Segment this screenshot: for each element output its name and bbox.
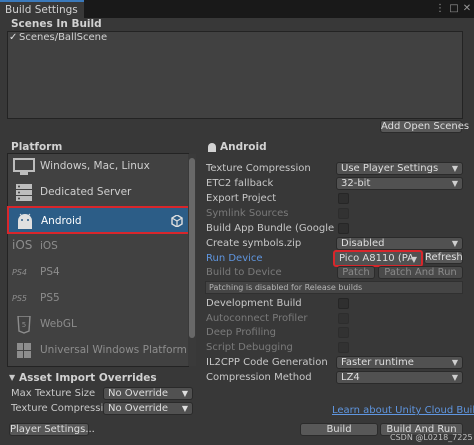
patching-info-box: Patching is disabled for Release builds [205, 281, 463, 294]
chevron-down-icon: ▼ [451, 164, 458, 173]
platform-label: PS5 [40, 292, 60, 304]
autoconnect-profiler-label: Autoconnect Profiler [206, 313, 308, 324]
platform-label: iOS [40, 240, 58, 252]
build-app-bundle-checkbox[interactable] [338, 223, 349, 234]
build-app-bundle-label: Build App Bundle (Google Play) [206, 223, 336, 234]
asset-import-overrides-header[interactable]: Asset Import Overrides [19, 372, 157, 384]
monitor-icon [13, 158, 35, 175]
scene-label: Scenes/BallScene [19, 32, 108, 43]
max-texture-size-label: Max Texture Size [11, 388, 96, 399]
chevron-down-icon: ▼ [451, 179, 458, 188]
chevron-down-icon: ▼ [181, 404, 188, 413]
ps5-icon: PS5 [12, 294, 27, 303]
chevron-down-icon: ▼ [451, 373, 458, 382]
scene-row[interactable]: ✓ Scenes/BallScene [9, 32, 309, 45]
unity-active-platform-icon [171, 215, 183, 227]
platform-item-ps4[interactable]: PS4 PS4 [8, 260, 186, 286]
platform-item-android[interactable]: Android [7, 206, 190, 234]
dropdown-value: No Override [108, 388, 169, 399]
run-device-dropdown[interactable]: Pico A8110 (PA ▼ [333, 250, 423, 267]
chevron-down-icon: ▼ [451, 239, 458, 248]
add-open-scenes-button[interactable]: Add Open Scenes [380, 120, 469, 133]
symlink-sources-checkbox[interactable] [338, 208, 349, 219]
dropdown-value: Pico A8110 (PA [339, 253, 414, 264]
patch-and-run-button[interactable]: Patch And Run [378, 266, 463, 279]
autoconnect-profiler-checkbox[interactable] [338, 313, 349, 324]
server-icon [16, 184, 32, 201]
symlink-sources-label: Symlink Sources [206, 208, 289, 219]
player-settings-button[interactable]: Player Settings... [9, 423, 95, 436]
create-symbols-dropdown[interactable]: Disabled ▼ [336, 237, 463, 250]
asset-texture-compression-label: Texture Compression [11, 403, 116, 414]
dropdown-value: Use Player Settings [341, 163, 439, 174]
close-icon[interactable]: ✕ [461, 3, 473, 15]
watermark-text: CSDN @L0218_7225 [390, 433, 473, 442]
unity-cloud-build-link[interactable]: Learn about Unity Cloud Build [332, 405, 474, 416]
ps4-icon: PS4 [12, 268, 27, 277]
platform-label: PS4 [40, 266, 60, 278]
platform-header: Platform [11, 141, 63, 153]
platform-item-ios[interactable]: iOS iOS [8, 234, 186, 260]
compression-method-label: Compression Method [206, 372, 312, 383]
deep-profiling-label: Deep Profiling [206, 327, 276, 338]
max-texture-size-dropdown[interactable]: No Override ▼ [103, 387, 193, 400]
etc2-fallback-dropdown[interactable]: 32-bit ▼ [336, 177, 463, 190]
android-icon [18, 213, 32, 229]
foldout-arrow-icon[interactable]: ▼ [9, 373, 15, 382]
dropdown-value: LZ4 [341, 372, 360, 383]
deep-profiling-checkbox[interactable] [338, 327, 349, 338]
platform-label: Universal Windows Platform [40, 344, 187, 356]
dropdown-value: Faster runtime [341, 357, 414, 368]
platform-label: Dedicated Server [40, 186, 132, 198]
platform-item-windows-mac-linux[interactable]: Windows, Mac, Linux [8, 154, 186, 180]
platform-item-ps5[interactable]: PS5 PS5 [8, 286, 186, 312]
chevron-down-icon: ▼ [410, 255, 417, 264]
run-device-label: Run Device [206, 253, 263, 264]
window-tab[interactable]: Build Settings [0, 0, 84, 18]
script-debugging-label: Script Debugging [206, 342, 293, 353]
dropdown-value: Disabled [341, 238, 385, 249]
refresh-button[interactable]: Refresh [424, 251, 463, 264]
build-to-device-label: Build to Device [206, 267, 282, 278]
maximize-icon[interactable]: □ [448, 3, 460, 15]
development-build-label: Development Build [206, 298, 302, 309]
html5-icon: 5 [17, 316, 31, 334]
windows-logo-icon [17, 343, 31, 358]
platform-label: Android [41, 215, 82, 227]
chevron-down-icon: ▼ [181, 389, 188, 398]
development-build-checkbox[interactable] [338, 298, 349, 309]
platform-item-webgl[interactable]: 5 WebGL [8, 312, 186, 338]
platform-item-dedicated-server[interactable]: Dedicated Server [8, 180, 186, 206]
dropdown-value: 32-bit [341, 178, 371, 189]
export-project-checkbox[interactable] [338, 193, 349, 204]
asset-texture-compression-dropdown[interactable]: No Override ▼ [103, 402, 193, 415]
export-project-label: Export Project [206, 193, 277, 204]
compression-method-dropdown[interactable]: LZ4 ▼ [336, 371, 463, 384]
texture-compression-label: Texture Compression [206, 163, 311, 174]
script-debugging-checkbox[interactable] [338, 342, 349, 353]
patch-button[interactable]: Patch [337, 266, 375, 279]
il2cpp-code-generation-dropdown[interactable]: Faster runtime ▼ [336, 356, 463, 369]
platform-label: Windows, Mac, Linux [40, 160, 150, 172]
dropdown-value: No Override [108, 403, 169, 414]
scenes-in-build-header: Scenes In Build [11, 18, 102, 30]
etc2-fallback-label: ETC2 fallback [206, 178, 274, 189]
svg-text:5: 5 [22, 321, 26, 329]
more-options-icon[interactable]: ⋮ [434, 3, 446, 15]
scene-checkbox-icon[interactable]: ✓ [9, 32, 19, 43]
platform-scrollbar-thumb[interactable] [189, 158, 195, 338]
platform-label: WebGL [40, 318, 77, 330]
build-button[interactable]: Build [300, 423, 378, 436]
ios-icon: iOS [12, 238, 33, 252]
create-symbols-label: Create symbols.zip [206, 238, 302, 249]
platform-item-uwp[interactable]: Universal Windows Platform [8, 338, 187, 364]
texture-compression-dropdown[interactable]: Use Player Settings ▼ [336, 162, 463, 175]
chevron-down-icon: ▼ [451, 358, 458, 367]
android-settings-title: Android [220, 141, 267, 153]
il2cpp-code-generation-label: IL2CPP Code Generation [206, 357, 328, 368]
android-header-icon [208, 143, 216, 152]
